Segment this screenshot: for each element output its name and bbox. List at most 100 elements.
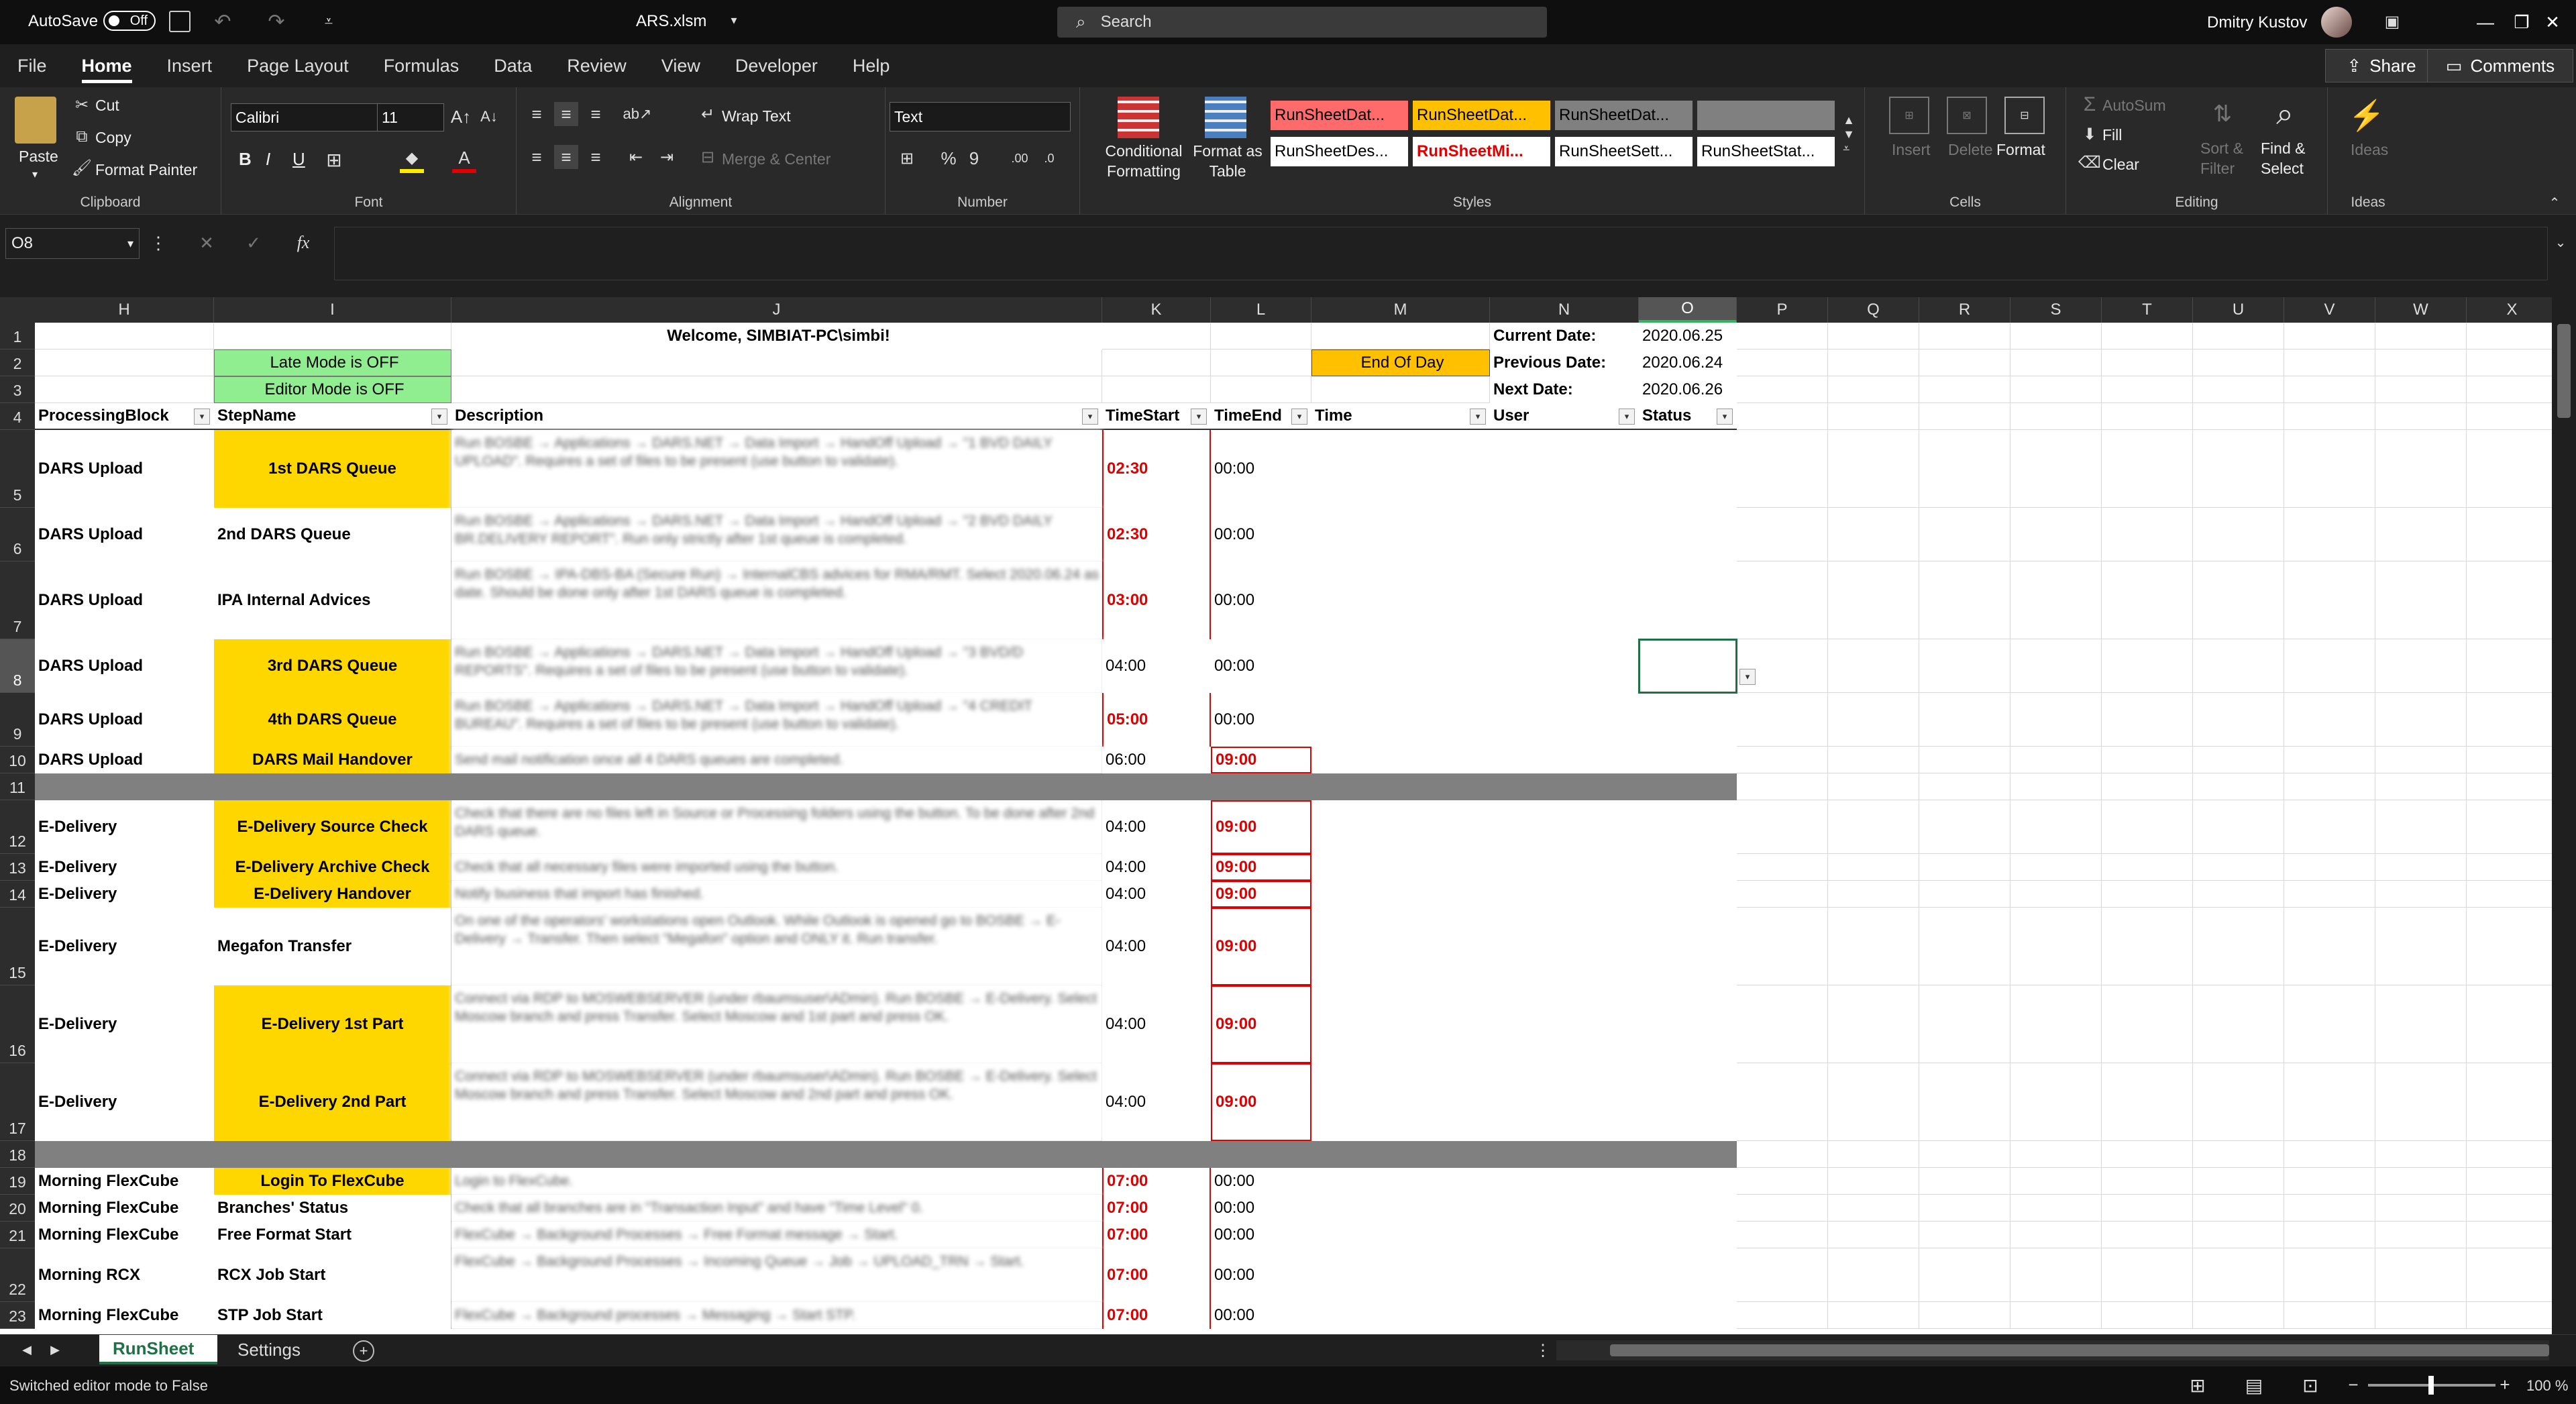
processing-block-cell[interactable]: E-Delivery bbox=[35, 881, 214, 908]
time-end-cell[interactable]: 00:00 bbox=[1211, 1248, 1311, 1302]
next-date-value[interactable]: 2020.06.26 bbox=[1639, 376, 1737, 403]
time-end-cell[interactable]: 00:00 bbox=[1211, 1222, 1311, 1248]
filter-dropdown-icon[interactable]: ▾ bbox=[1717, 409, 1733, 425]
tab-data[interactable]: Data bbox=[476, 44, 549, 87]
user-name[interactable]: Dmitry Kustov bbox=[2207, 13, 2307, 32]
time-start-cell[interactable]: 04:00 bbox=[1102, 908, 1211, 985]
column-header-t[interactable]: T bbox=[2102, 297, 2193, 323]
row-header-20[interactable]: 20 bbox=[0, 1195, 35, 1222]
autosum-label[interactable]: AutoSum bbox=[2102, 97, 2166, 115]
processing-block-cell[interactable]: E-Delivery bbox=[35, 985, 214, 1063]
status-cell[interactable] bbox=[1639, 1195, 1737, 1222]
clear-icon[interactable]: ⌫ bbox=[2078, 152, 2101, 173]
paste-icon[interactable] bbox=[15, 97, 56, 144]
user-cell[interactable] bbox=[1490, 561, 1639, 639]
processing-block-cell[interactable]: E-Delivery bbox=[35, 800, 214, 854]
step-name-cell[interactable]: Login To FlexCube bbox=[214, 1168, 451, 1195]
cell-style-blank-gray[interactable] bbox=[1697, 101, 1835, 130]
filter-dropdown-icon[interactable]: ▾ bbox=[431, 409, 447, 425]
column-header-m[interactable]: M bbox=[1311, 297, 1490, 323]
time-start-cell[interactable]: 02:30 bbox=[1102, 430, 1211, 508]
column-header-p[interactable]: P bbox=[1737, 297, 1828, 323]
row-header-11[interactable]: 11 bbox=[0, 773, 35, 800]
step-name-cell[interactable]: 3rd DARS Queue bbox=[214, 639, 451, 693]
column-header-j[interactable]: J bbox=[451, 297, 1102, 323]
step-name-cell[interactable]: 1st DARS Queue bbox=[214, 430, 451, 508]
selected-cell-o8[interactable] bbox=[1638, 639, 1737, 694]
step-name-cell[interactable]: RCX Job Start bbox=[214, 1248, 451, 1302]
formula-input[interactable] bbox=[334, 227, 2548, 280]
ideas-icon[interactable]: ⚡ bbox=[2348, 94, 2385, 137]
zoom-out-icon[interactable]: − bbox=[2345, 1374, 2361, 1395]
description-cell[interactable]: Connect via RDP to MOSWEBSERVER (under r… bbox=[451, 1063, 1102, 1141]
page-layout-view-icon[interactable]: ▤ bbox=[2241, 1373, 2267, 1397]
tab-developer[interactable]: Developer bbox=[718, 44, 835, 87]
cell-style-rundesc[interactable]: RunSheetDes... bbox=[1271, 137, 1408, 166]
column-header-w[interactable]: W bbox=[2375, 297, 2467, 323]
format-cells-icon[interactable]: ⊟ bbox=[2004, 97, 2045, 134]
ideas-button-label[interactable]: Ideas bbox=[2351, 141, 2388, 159]
autosum-icon[interactable]: Σ bbox=[2080, 93, 2100, 117]
user-cell[interactable] bbox=[1490, 908, 1639, 985]
time-cell[interactable] bbox=[1311, 1195, 1490, 1222]
share-button[interactable]: ⇪ Share bbox=[2325, 49, 2438, 83]
status-cell[interactable] bbox=[1639, 693, 1737, 747]
row-header-9[interactable]: 9 bbox=[0, 693, 35, 747]
collapse-ribbon-icon[interactable]: ⌃ bbox=[2545, 193, 2564, 212]
processing-block-cell[interactable]: DARS Upload bbox=[35, 508, 214, 561]
tab-page-layout[interactable]: Page Layout bbox=[229, 44, 366, 87]
time-cell[interactable] bbox=[1311, 508, 1490, 561]
row-header-6[interactable]: 6 bbox=[0, 508, 35, 561]
row-header-18[interactable]: 18 bbox=[0, 1141, 35, 1168]
redo-icon[interactable]: ↷ bbox=[263, 9, 290, 34]
status-cell[interactable] bbox=[1639, 881, 1737, 908]
step-name-cell[interactable]: E-Delivery 1st Part bbox=[214, 985, 451, 1063]
user-cell[interactable] bbox=[1490, 881, 1639, 908]
cell-style-rundate-orange[interactable]: RunSheetDat... bbox=[1413, 101, 1550, 130]
fill-icon[interactable]: ⬇ bbox=[2080, 123, 2100, 145]
user-cell[interactable] bbox=[1490, 1302, 1639, 1329]
description-cell[interactable]: Check that all branches are in "Transact… bbox=[451, 1195, 1102, 1222]
paste-label[interactable]: Paste bbox=[19, 148, 58, 166]
description-cell[interactable]: Run BOSBE → Applications → DARS.NET → Da… bbox=[451, 693, 1102, 747]
user-cell[interactable] bbox=[1490, 854, 1639, 881]
status-cell[interactable] bbox=[1639, 561, 1737, 639]
merge-center-icon[interactable]: ⊟ bbox=[698, 146, 718, 168]
table-header-user[interactable]: User bbox=[1490, 403, 1639, 430]
column-header-s[interactable]: S bbox=[2010, 297, 2102, 323]
time-start-cell[interactable]: 06:00 bbox=[1102, 747, 1211, 773]
status-cell[interactable] bbox=[1639, 508, 1737, 561]
percent-style-icon[interactable]: % bbox=[936, 146, 961, 170]
description-cell[interactable]: Run BOSBE → Applications → DARS.NET → Da… bbox=[451, 639, 1102, 693]
find-select-label[interactable]: Find & Select bbox=[2261, 138, 2321, 178]
step-name-cell[interactable]: STP Job Start bbox=[214, 1302, 451, 1329]
decrease-decimal-icon[interactable]: .0 bbox=[1036, 146, 1063, 170]
row-header-19[interactable]: 19 bbox=[0, 1168, 35, 1195]
row-header-15[interactable]: 15 bbox=[0, 908, 35, 985]
tab-help[interactable]: Help bbox=[835, 44, 908, 87]
search-box[interactable]: ⌕ Search bbox=[1057, 7, 1547, 38]
description-cell[interactable]: On one of the operators' workstations op… bbox=[451, 908, 1102, 985]
bottom-align-icon[interactable]: ≡ bbox=[584, 102, 608, 126]
step-name-cell[interactable]: E-Delivery Source Check bbox=[214, 800, 451, 854]
cell-style-rundate-gray[interactable]: RunSheetDat... bbox=[1555, 101, 1693, 130]
time-end-cell[interactable]: 09:00 bbox=[1211, 854, 1311, 881]
tab-formulas[interactable]: Formulas bbox=[366, 44, 477, 87]
avatar[interactable] bbox=[2321, 7, 2352, 38]
time-end-cell[interactable]: 09:00 bbox=[1211, 985, 1311, 1063]
format-as-table-label[interactable]: Format as Table bbox=[1187, 141, 1268, 181]
user-cell[interactable] bbox=[1490, 985, 1639, 1063]
user-cell[interactable] bbox=[1490, 800, 1639, 854]
row-header-5[interactable]: 5 bbox=[0, 430, 35, 508]
row-header-12[interactable]: 12 bbox=[0, 800, 35, 854]
processing-block-cell[interactable]: Morning FlexCube bbox=[35, 1195, 214, 1222]
font-name-select[interactable]: Calibri bbox=[231, 103, 378, 131]
font-color-icon[interactable]: A bbox=[452, 146, 476, 173]
time-end-cell[interactable]: 00:00 bbox=[1211, 693, 1311, 747]
top-align-icon[interactable]: ≡ bbox=[525, 102, 549, 126]
filter-dropdown-icon[interactable]: ▾ bbox=[1191, 409, 1207, 425]
insert-function-icon[interactable]: fx bbox=[290, 231, 317, 255]
delete-cells-icon[interactable]: ⊠ bbox=[1947, 97, 1987, 134]
time-start-cell[interactable]: 07:00 bbox=[1102, 1248, 1211, 1302]
user-cell[interactable] bbox=[1490, 1222, 1639, 1248]
